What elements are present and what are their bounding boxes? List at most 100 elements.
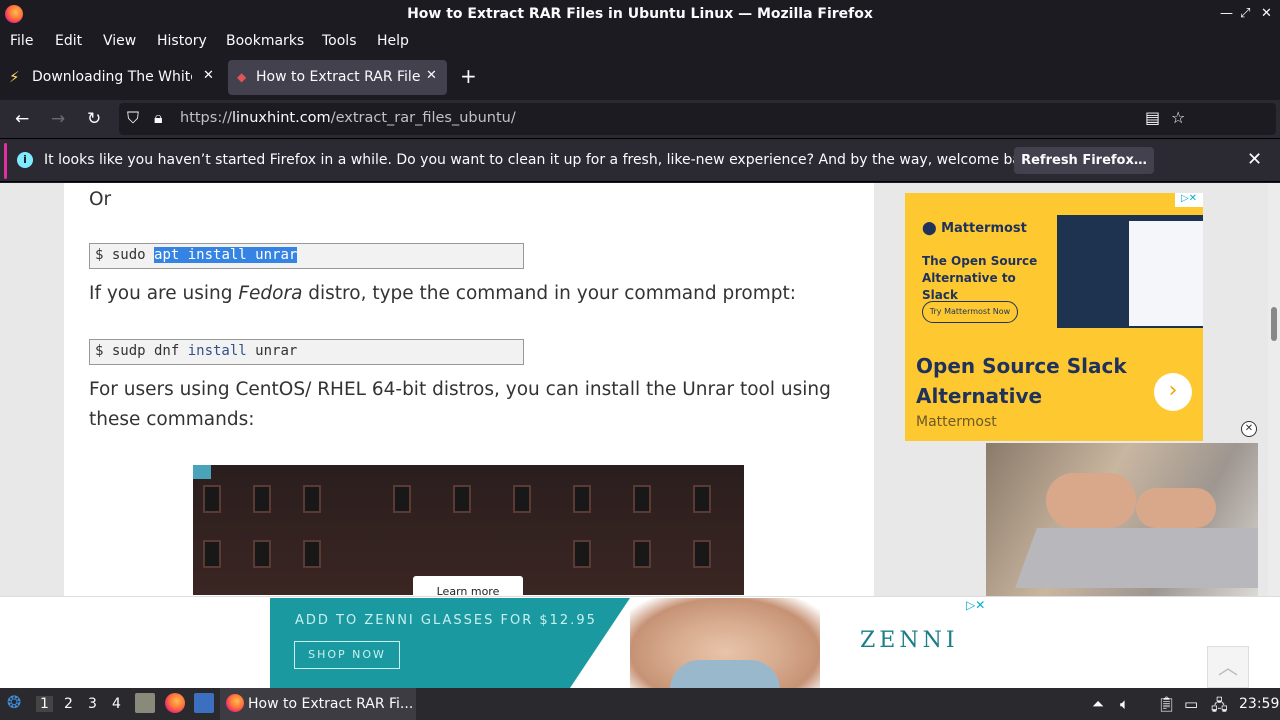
restore-icon[interactable]: ⤢ [1240, 6, 1250, 21]
menu-file[interactable]: File [10, 33, 33, 49]
notification-accent [4, 143, 7, 179]
url-text[interactable]: https://linuxhint.com/extract_rar_files_… [180, 110, 516, 126]
hand-shape [1136, 488, 1216, 528]
menu-view[interactable]: View [103, 33, 136, 49]
ad-choices-icon[interactable]: ▷✕ [1175, 193, 1203, 207]
scroll-to-top-button[interactable]: ︿ [1207, 646, 1249, 688]
building-window [573, 485, 591, 513]
site-icon: ◆ [237, 70, 247, 84]
fedora-paragraph: If you are using Fedora distro, type the… [89, 283, 796, 304]
workspace-1[interactable]: 1 [36, 696, 53, 712]
volume-icon[interactable]: 🔈︎ [1120, 695, 1129, 713]
display-icon[interactable]: ▭ [1184, 695, 1198, 713]
code-block-dnf: $ sudp dnf install unrar [89, 339, 524, 365]
or-text: Or [89, 189, 112, 210]
menu-bookmarks[interactable]: Bookmarks [226, 33, 304, 49]
menu-help[interactable]: Help [377, 33, 409, 49]
window-title: How to Extract RAR Files in Ubuntu Linux… [407, 6, 873, 22]
bottom-advertisement[interactable]: ADD TO ZENNI GLASSES FOR $12.95 SHOP NOW… [270, 598, 998, 688]
chevron-right-icon[interactable]: › [1154, 373, 1192, 411]
ad-headline: The Open Source Alternative to Slack [922, 254, 1038, 302]
menu-edit[interactable]: Edit [55, 33, 82, 49]
reader-view-icon[interactable]: ▤ [1145, 108, 1160, 127]
tab-close-icon[interactable]: ✕ [426, 68, 437, 83]
shop-now-button[interactable]: SHOP NOW [294, 641, 400, 669]
ad-choices-icon[interactable]: ▷✕ [966, 598, 985, 612]
tab-extract-rar[interactable]: ◆ How to Extract RAR Files ✕ [228, 60, 447, 95]
building-window [303, 540, 321, 568]
system-taskbar: ❂ 1 2 3 4 How to Extract RAR Fi... ⏶ 🔈︎ … [0, 688, 1280, 720]
article-ad-image[interactable]: Learn more [193, 465, 744, 595]
lightning-icon: ⚡ [9, 68, 20, 86]
video-ad[interactable] [986, 443, 1258, 596]
building-window [573, 540, 591, 568]
firefox-icon [226, 694, 244, 712]
firefox-launcher-icon[interactable] [165, 693, 185, 713]
sidebar-advertisement[interactable]: ▷✕ ⬤ Mattermost The Open Source Alternat… [905, 193, 1203, 441]
reload-button[interactable]: ↻ [87, 109, 101, 129]
page-viewport: Or $ sudo apt install unrar If you are u… [0, 183, 1280, 688]
back-button[interactable]: ← [15, 109, 29, 129]
tab-label: Downloading The White I [32, 69, 192, 85]
building-window [253, 540, 271, 568]
file-manager-icon[interactable] [135, 693, 155, 713]
ad-brand: Mattermost [916, 414, 997, 430]
notification-message: It looks like you haven’t started Firefo… [44, 152, 1043, 168]
ad-screenshot-pane [1129, 221, 1203, 326]
window-titlebar: How to Extract RAR Files in Ubuntu Linux… [0, 0, 1280, 29]
url-bar[interactable]: ⛉ 🔒︎ https://linuxhint.com/extract_rar_f… [119, 103, 1276, 135]
tab-close-icon[interactable]: ✕ [203, 68, 214, 83]
clock: 23:59 [1239, 696, 1280, 712]
tray-up-icon[interactable]: ⏶ [1092, 695, 1104, 713]
close-video-icon[interactable]: ✕ [1241, 421, 1257, 437]
clipboard-icon[interactable]: 📋︎ [1157, 695, 1176, 713]
ad-title: Open Source Slack Alternative [916, 354, 1127, 408]
bookmark-star-icon[interactable]: ☆ [1171, 108, 1185, 127]
face-mask-shape [670, 660, 780, 688]
new-tab-button[interactable]: + [460, 64, 477, 88]
building-window [203, 485, 221, 513]
menu-bar: File Edit View History Bookmarks Tools H… [0, 29, 1280, 55]
taskbar-firefox-task[interactable]: How to Extract RAR Fi... [220, 688, 416, 720]
workspace-4[interactable]: 4 [112, 696, 121, 712]
ad-screenshot [1057, 215, 1203, 328]
workspace-2[interactable]: 2 [64, 696, 73, 712]
building-window [513, 485, 531, 513]
start-menu-icon[interactable]: ❂ [7, 693, 21, 713]
lock-icon[interactable]: 🔒︎ [154, 108, 163, 128]
selected-text: apt install unrar [154, 247, 298, 263]
ad-logo: ⬤ Mattermost [922, 221, 1027, 236]
tab-label: How to Extract RAR Files [256, 69, 420, 85]
menu-history[interactable]: History [157, 33, 207, 49]
scrollbar-thumb[interactable] [1271, 307, 1277, 341]
building-window [693, 540, 711, 568]
building-window [253, 485, 271, 513]
forward-button[interactable]: → [51, 109, 65, 129]
refresh-firefox-button[interactable]: Refresh Firefox… [1014, 147, 1154, 174]
building-window [453, 485, 471, 513]
info-icon: i [17, 152, 33, 168]
code-block-apt: $ sudo apt install unrar [89, 243, 524, 269]
task-label: How to Extract RAR Fi... [248, 696, 414, 712]
shield-icon[interactable]: ⛉ [127, 108, 139, 128]
laptop-shape [1015, 528, 1258, 588]
terminal-icon[interactable] [194, 693, 214, 713]
building-window [633, 540, 651, 568]
workspace-3[interactable]: 3 [88, 696, 97, 712]
building-window [393, 485, 411, 513]
learn-more-button[interactable]: Learn more [413, 576, 523, 595]
tab-downloading[interactable]: ⚡ Downloading The White I ✕ [0, 60, 222, 95]
zenni-logo: ZENNI [860, 628, 959, 653]
close-window-icon[interactable]: ✕ [1261, 6, 1272, 21]
menu-tools[interactable]: Tools [322, 33, 357, 49]
hand-shape [1046, 473, 1136, 528]
notification-close-icon[interactable]: ✕ [1247, 149, 1262, 170]
building-window [693, 485, 711, 513]
ad-corner-badge [193, 465, 211, 479]
minimize-icon[interactable]: — [1220, 6, 1233, 21]
ad-text: ADD TO ZENNI GLASSES FOR $12.95 [295, 613, 597, 628]
building-window [203, 540, 221, 568]
notification-bar: i It looks like you haven’t started Fire… [0, 138, 1280, 182]
try-button[interactable]: Try Mattermost Now [922, 301, 1018, 323]
network-icon[interactable]: 🖧︎ [1211, 695, 1228, 720]
